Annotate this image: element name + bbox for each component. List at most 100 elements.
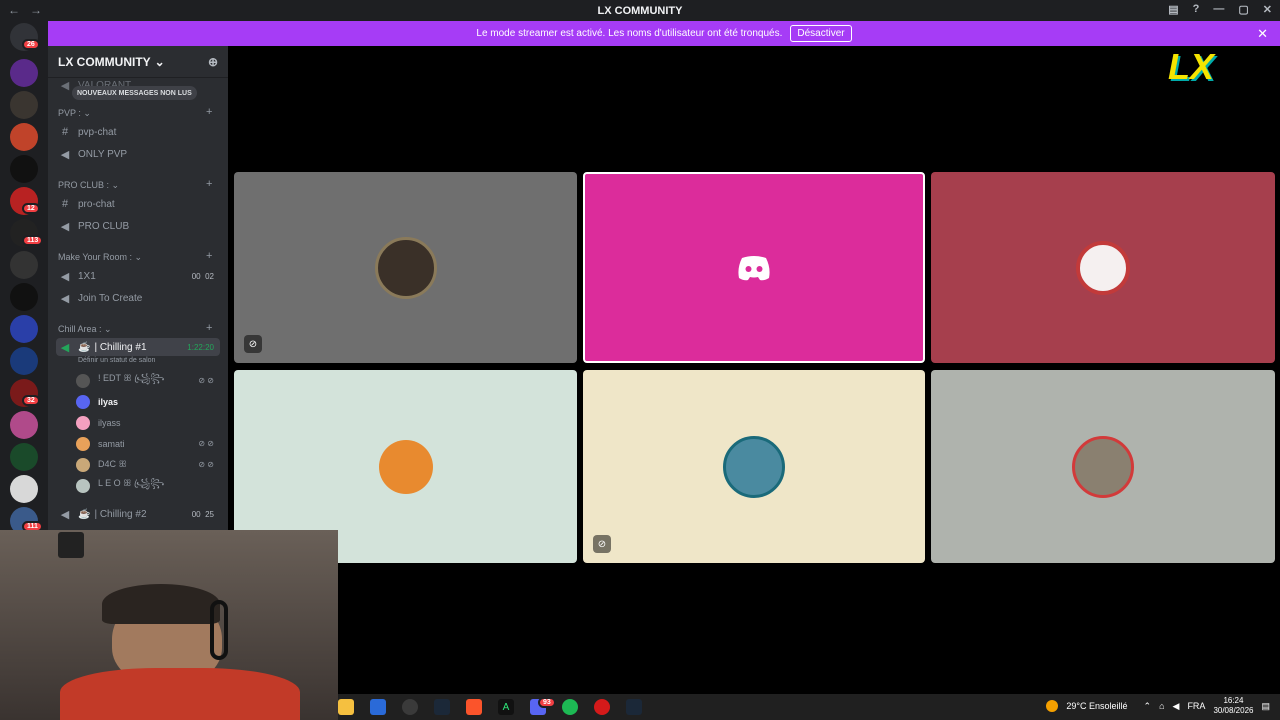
nav-buttons: ← → [8,3,42,17]
participant-tile[interactable]: ⊘ [583,370,925,563]
channel-only-pvp[interactable]: ◀ ONLY PVP [56,145,220,163]
category-pro-club[interactable]: PRO CLUB : ⌄ + [58,178,218,191]
opera-icon[interactable] [594,699,610,715]
channel-join-to-create[interactable]: ◀ Join To Create [56,289,220,307]
disable-streamer-button[interactable]: Désactiver [790,25,852,42]
server-icon[interactable] [10,443,38,471]
voice-member[interactable]: samati ⊘ ⊘ [76,434,220,453]
avatar [374,236,437,299]
channel-chilling-1[interactable]: ◀ ☕ | Chilling #1 1:22:20 [56,338,220,356]
add-channel-icon[interactable]: + [206,178,212,190]
channel-pro-club[interactable]: ◀ PRO CLUB [56,217,220,235]
server-name: LX COMMUNITY [58,54,151,69]
notifications-icon[interactable]: ▤ [1261,701,1270,712]
muted-icon: ⊘ ⊘ [198,460,214,469]
brave-icon[interactable] [466,699,482,715]
file-explorer-icon[interactable] [338,699,354,715]
server-icon[interactable] [10,411,38,439]
help-icon[interactable]: ? [1193,3,1200,16]
maximize-button[interactable]: ▢ [1238,3,1248,16]
server-icon[interactable] [10,123,38,151]
participant-tile-speaking[interactable] [583,172,925,363]
participant-tile[interactable] [931,172,1275,363]
store-icon[interactable] [370,699,386,715]
network-icon[interactable]: ⌂ [1159,701,1164,711]
avatar [1076,240,1130,295]
app-icon[interactable]: A [498,699,514,715]
windows-taskbar: A 93 29°C Ensoleillé ⌃ ⌂ ◀ FRA 16:24 30/0… [338,694,1280,720]
channel-pvp-chat[interactable]: # pvp-chat [56,123,220,141]
minimize-button[interactable]: — [1213,3,1224,16]
add-channel-icon[interactable]: + [206,250,212,262]
voice-member[interactable]: D4C ꕥ ⊘ ⊘ [76,455,220,474]
server-icon[interactable] [10,283,38,311]
voice-member[interactable]: L E O ꕥ ꧁ꦿ꧂ [76,476,220,495]
avatar [76,457,90,472]
muted-icon: ⊘ [593,535,611,553]
headset-icon [210,600,228,660]
channel-pro-chat[interactable]: # pro-chat [56,195,220,213]
close-banner-icon[interactable]: ✕ [1257,26,1268,42]
voice-member[interactable]: ! EDT ꕥ ꧁ꦿ꧂ ⊘ ⊘ [76,371,220,390]
cup-icon: ☕ [78,341,91,353]
server-sidebar: 26 12 113 32 111 [0,21,48,535]
avatar [723,435,785,498]
discord-icon[interactable]: 93 [530,697,556,715]
category-make-your-room[interactable]: Make Your Room : ⌄ + [58,250,218,263]
speaker-icon: ◀ [60,270,70,283]
spotify-icon[interactable] [562,699,578,715]
voice-member[interactable]: ilyas [76,392,220,411]
server-icon[interactable] [10,59,38,87]
add-channel-icon[interactable]: + [206,322,212,334]
channel-1x1[interactable]: ◀ 1X1 00 02 [56,267,220,285]
poster-image [58,532,84,558]
home-badge: 26 [22,39,40,50]
person-hair [102,584,220,624]
discord-logo-icon [738,255,770,280]
category-chill-area[interactable]: Chill Area : ⌄ + [58,322,218,335]
invite-icon[interactable]: ⊕ [208,55,218,69]
system-tray: 29°C Ensoleillé ⌃ ⌂ ◀ FRA 16:24 30/08/202… [1046,696,1270,716]
speaker-icon: ◀ [60,148,70,161]
avatar [76,373,90,388]
server-icon[interactable] [10,155,38,183]
volume-icon[interactable]: ◀ [1173,701,1180,712]
close-window-button[interactable]: ✕ [1263,3,1272,16]
server-header[interactable]: LX COMMUNITY ⌄ ⊕ [48,46,228,78]
server-icon[interactable] [10,251,38,279]
clock[interactable]: 16:24 30/08/2026 [1213,696,1253,716]
weather-text[interactable]: 29°C Ensoleillé [1066,701,1127,711]
speaker-icon: ◀ [60,341,70,354]
avatar [1072,435,1134,498]
server-icon[interactable] [10,475,38,503]
lx-logo: LX [1167,46,1214,87]
category-pvp[interactable]: PVP : ⌄ + [58,106,218,119]
obs-icon[interactable] [402,699,418,715]
forward-arrow-icon[interactable]: → [30,3,42,17]
muted-icon: ⊘ ⊘ [198,376,214,385]
muted-icon: ⊘ ⊘ [198,439,214,448]
avatar [76,478,90,493]
back-arrow-icon[interactable]: ← [8,3,20,17]
speaker-icon: ◀ [60,79,70,92]
steam-icon[interactable] [626,699,642,715]
server-icon[interactable] [10,347,38,375]
participant-tile[interactable]: ⊘ [234,172,577,363]
voice-member[interactable]: ilyass [76,413,220,432]
add-channel-icon[interactable]: + [206,106,212,118]
lang-indicator[interactable]: FRA [1187,701,1205,711]
person-shirt [60,668,300,720]
channel-chilling-2[interactable]: ◀ ☕ | Chilling #2 00 25 [56,505,220,523]
window-title: LX COMMUNITY [597,4,683,17]
server-badge: 12 [22,203,40,214]
new-messages-pill[interactable]: NOUVEAUX MESSAGES NON LUS [72,86,197,100]
inbox-icon[interactable]: ▤ [1168,3,1178,16]
participant-tile[interactable] [931,370,1275,563]
steam-icon[interactable] [434,699,450,715]
channel-status[interactable]: Définir un statut de salon [78,357,155,364]
chevron-up-icon[interactable]: ⌃ [1144,701,1152,712]
server-icon[interactable] [10,91,38,119]
hash-icon: # [61,126,69,138]
server-icon[interactable] [10,315,38,343]
avatar [76,394,90,409]
